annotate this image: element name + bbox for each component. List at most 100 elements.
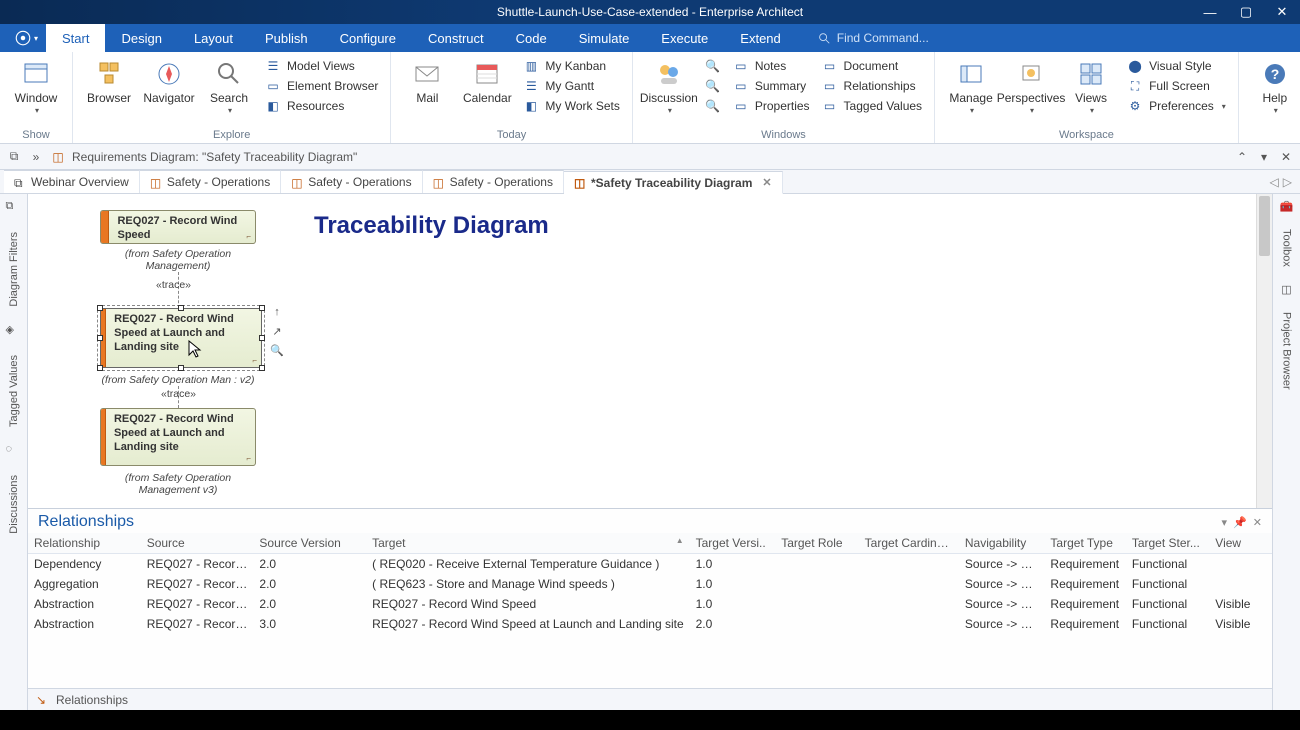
filter-icon[interactable]: ⧉ — [6, 200, 22, 216]
perspectives-button[interactable]: Perspectives▾ — [1003, 56, 1059, 118]
tab-next-icon[interactable]: ▷ — [1283, 175, 1292, 189]
summary-search-button[interactable]: 🔍 — [701, 76, 725, 96]
mail-button[interactable]: Mail — [399, 56, 455, 116]
full-screen-button[interactable]: ⛶Full Screen — [1123, 76, 1230, 96]
tagged-values-button[interactable]: ▭Tagged Values — [818, 96, 927, 116]
search-icon: 🔍 — [705, 98, 721, 114]
discussion-button[interactable]: Discussion▾ — [641, 56, 697, 118]
menu-icon[interactable]: ▾ — [1256, 149, 1272, 165]
ribbon-tab-layout[interactable]: Layout — [178, 24, 249, 52]
tab-close-icon[interactable]: ✕ — [762, 176, 771, 189]
notes-button[interactable]: ▭Notes — [729, 56, 814, 76]
table-header-row[interactable]: Relationship Source Source Version Targe… — [28, 533, 1272, 554]
navigator-button[interactable]: Navigator — [141, 56, 197, 118]
requirement-node-selected[interactable]: REQ027 - Record Wind Speed at Launch and… — [100, 308, 262, 368]
tab-prev-icon[interactable]: ◁ — [1270, 175, 1279, 189]
close-icon[interactable]: ✕ — [1278, 149, 1294, 165]
document-button[interactable]: ▭Document — [818, 56, 927, 76]
ribbon-tab-execute[interactable]: Execute — [645, 24, 724, 52]
ribbon-tab-code[interactable]: Code — [500, 24, 563, 52]
status-relationships[interactable]: Relationships — [56, 693, 128, 707]
vertical-scrollbar[interactable] — [1256, 194, 1272, 508]
ribbon-tab-configure[interactable]: Configure — [324, 24, 412, 52]
panel-pin-icon[interactable]: 📌 — [1233, 516, 1247, 529]
right-tab-toolbox[interactable]: Toolbox — [1281, 225, 1293, 271]
requirement-node[interactable]: REQ027 - Record Wind Speed at Launch and… — [100, 408, 256, 466]
document-icon: ▭ — [822, 58, 838, 74]
right-tab-project-browser[interactable]: Project Browser — [1281, 308, 1293, 394]
sort-asc-icon[interactable]: ▲ — [676, 536, 684, 545]
quick-tools[interactable]: ↑ ↗ 🔍 — [270, 306, 284, 358]
panel-menu-icon[interactable]: ▾ — [1222, 516, 1228, 529]
chat-icon[interactable]: ◌ — [6, 443, 22, 459]
maximize-button[interactable]: ▢ — [1228, 0, 1264, 24]
doc-tab-webinar[interactable]: ⧉Webinar Overview — [4, 170, 140, 193]
search-button[interactable]: Search▾ — [201, 56, 257, 118]
ribbon-group-windows: Discussion▾ 🔍 🔍 🔍 ▭Notes ▭Summary ▭Prope… — [633, 52, 935, 143]
status-bar: ↘ Relationships — [28, 688, 1272, 710]
summary-button[interactable]: ▭Summary — [729, 76, 814, 96]
manage-button[interactable]: Manage▾ — [943, 56, 999, 118]
location-bar: ⧉ » ◫ Requirements Diagram: "Safety Trac… — [0, 144, 1300, 170]
window-button[interactable]: Window▾ — [8, 56, 64, 118]
zoom-icon[interactable]: 🔍 — [270, 344, 284, 358]
cursor-icon — [188, 340, 202, 360]
app-title: Shuttle-Launch-Use-Case-extended - Enter… — [497, 5, 803, 19]
forward-icon[interactable]: » — [28, 149, 44, 165]
minimize-button[interactable]: — — [1192, 0, 1228, 24]
ribbon-tab-simulate[interactable]: Simulate — [563, 24, 646, 52]
fullscreen-icon: ⛶ — [1127, 78, 1143, 94]
left-tab-tagged-values[interactable]: Tagged Values — [8, 351, 20, 431]
link-icon[interactable]: ↗ — [270, 325, 284, 339]
arrow-up-icon[interactable]: ↑ — [270, 306, 284, 320]
help-button[interactable]: ? Help▾ — [1247, 56, 1300, 118]
properties-search-button[interactable]: 🔍 — [701, 96, 725, 116]
doc-tab-traceability[interactable]: ◫*Safety Traceability Diagram✕ — [564, 171, 783, 194]
notes-icon: ▭ — [733, 58, 749, 74]
ribbon-tab-construct[interactable]: Construct — [412, 24, 500, 52]
properties-button[interactable]: ▭Properties — [729, 96, 814, 116]
browser-button[interactable]: Browser — [81, 56, 137, 118]
resources-button[interactable]: ◧Resources — [261, 96, 382, 116]
left-tab-discussions[interactable]: Discussions — [8, 471, 20, 538]
project-browser-icon[interactable]: ◫ — [1281, 283, 1291, 296]
calendar-icon — [471, 58, 503, 90]
doc-tab-safety-1[interactable]: ◫Safety - Operations — [140, 170, 281, 193]
collapse-icon[interactable]: ⌃ — [1234, 149, 1250, 165]
relationships-button[interactable]: ▭Relationships — [818, 76, 927, 96]
properties-icon: ▭ — [733, 98, 749, 114]
panel-close-icon[interactable]: ✕ — [1253, 516, 1262, 529]
my-gantt-button[interactable]: ☰My Gantt — [519, 76, 623, 96]
requirement-node[interactable]: REQ027 - Record Wind Speed⌐ — [100, 210, 256, 244]
diagram-canvas[interactable]: Traceability Diagram REQ027 - Record Win… — [28, 194, 1272, 508]
ribbon-tab-extend[interactable]: Extend — [724, 24, 796, 52]
views-button[interactable]: Views▾ — [1063, 56, 1119, 118]
calendar-button[interactable]: Calendar — [459, 56, 515, 116]
ribbon-tab-design[interactable]: Design — [105, 24, 177, 52]
table-row[interactable]: AbstractionREQ027 - Record ...3.0REQ027 … — [28, 614, 1272, 634]
tag-icon[interactable]: ◈ — [6, 323, 22, 339]
my-work-sets-button[interactable]: ◧My Work Sets — [519, 96, 623, 116]
table-row[interactable]: AggregationREQ027 - Record ...2.0( REQ62… — [28, 574, 1272, 594]
table-row[interactable]: DependencyREQ027 - Record ...2.0( REQ020… — [28, 554, 1272, 575]
relationships-icon: ↘ — [36, 693, 50, 707]
hierarchy-icon[interactable]: ⧉ — [6, 149, 22, 165]
ribbon-tab-start[interactable]: Start — [46, 24, 105, 52]
visual-style-button[interactable]: ⬤Visual Style — [1123, 56, 1230, 76]
close-button[interactable]: ✕ — [1264, 0, 1300, 24]
doc-tab-safety-3[interactable]: ◫Safety - Operations — [423, 170, 564, 193]
table-row[interactable]: AbstractionREQ027 - Record ...2.0REQ027 … — [28, 594, 1272, 614]
relationships-table[interactable]: Relationship Source Source Version Targe… — [28, 533, 1272, 688]
notes-search-button[interactable]: 🔍 — [701, 56, 725, 76]
preferences-button[interactable]: ⚙Preferences▾ — [1123, 96, 1230, 116]
model-views-button[interactable]: ☰Model Views — [261, 56, 382, 76]
doc-tab-safety-2[interactable]: ◫Safety - Operations — [281, 170, 422, 193]
ribbon-tab-publish[interactable]: Publish — [249, 24, 324, 52]
search-icon — [213, 58, 245, 90]
my-kanban-button[interactable]: ▥My Kanban — [519, 56, 623, 76]
toolbox-icon[interactable]: 🧰 — [1280, 200, 1294, 213]
left-tab-diagram-filters[interactable]: Diagram Filters — [8, 228, 20, 311]
element-browser-button[interactable]: ▭Element Browser — [261, 76, 382, 96]
ea-logo-icon[interactable]: ▾ — [6, 24, 46, 52]
find-command[interactable]: Find Command... — [817, 24, 929, 52]
